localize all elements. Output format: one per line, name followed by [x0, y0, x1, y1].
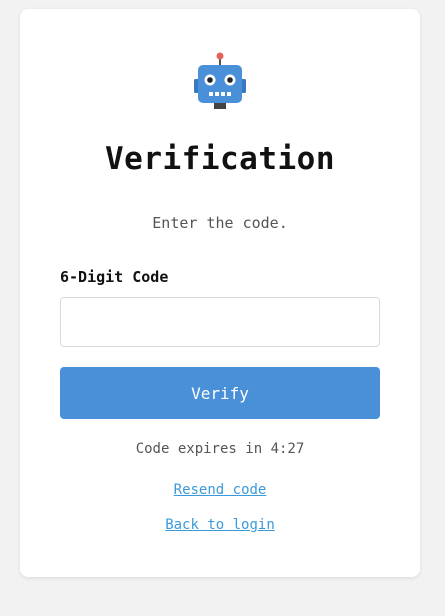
page-title: Verification: [105, 141, 335, 177]
verification-card: Verification Enter the code. 6-Digit Cod…: [20, 9, 420, 577]
code-field-label: 6-Digit Code: [60, 268, 169, 286]
robot-icon: [194, 52, 246, 109]
code-input[interactable]: [60, 297, 380, 347]
code-expiry-text: Code expires in 4:27: [135, 441, 305, 457]
back-to-login-link[interactable]: Back to login: [20, 517, 420, 533]
verify-button[interactable]: Verify: [60, 367, 380, 419]
resend-code-link[interactable]: Resend code: [20, 482, 420, 498]
robot-logo: [194, 51, 246, 109]
page-subtitle: Enter the code.: [152, 214, 288, 232]
